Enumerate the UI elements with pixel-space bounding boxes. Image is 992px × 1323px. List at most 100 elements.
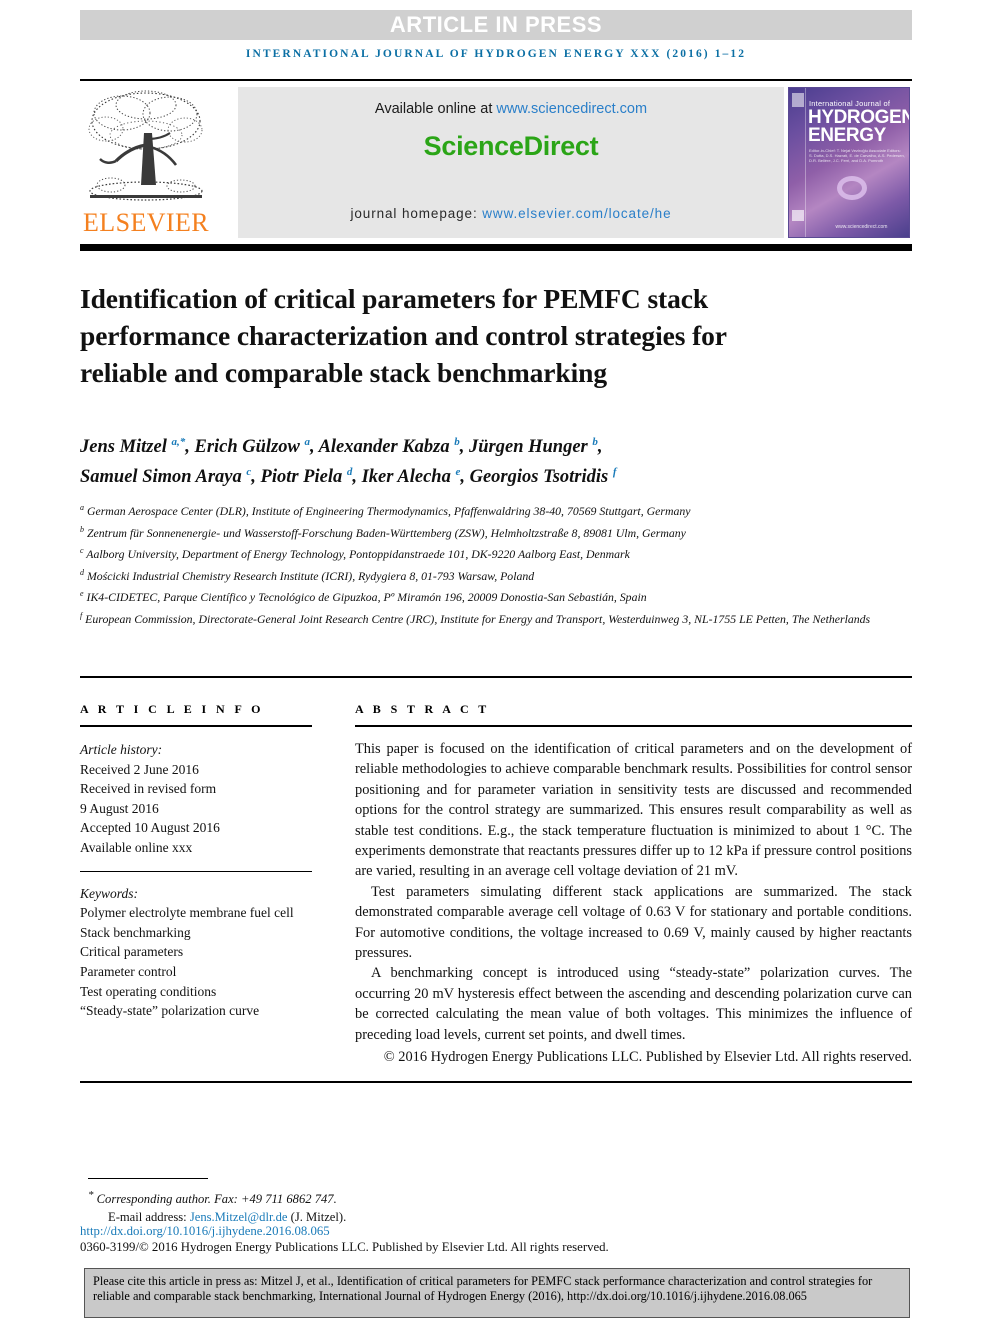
author-separator: ,: [310, 437, 319, 458]
info-section-top-rule: [80, 676, 912, 678]
affiliation-item: e IK4-CIDETEC, Parque Científico y Tecno…: [80, 585, 890, 607]
footnote-rule: [88, 1178, 208, 1179]
issn-copyright-line: 0360-3199/© 2016 Hydrogen Energy Publica…: [80, 1240, 609, 1254]
affiliation-item: b Zentrum für Sonnenenergie- und Wassers…: [80, 521, 890, 543]
cover-ring-graphic: [837, 176, 867, 200]
author-name: Jens Mitzel: [80, 437, 172, 458]
email-suffix: (J. Mitzel).: [287, 1210, 347, 1225]
article-history-item: Available online xxx: [80, 839, 193, 855]
keyword-item: Parameter control: [80, 963, 177, 979]
keyword-item: “Steady-state” polarization curve: [80, 1003, 260, 1019]
article-info-heading-rule: [80, 725, 312, 727]
author-name: Alexander Kabza: [318, 437, 455, 458]
article-history-item: 9 August 2016: [80, 800, 159, 816]
affiliation-item: d Mościcki Industrial Chemistry Research…: [80, 564, 890, 586]
abstract-paragraph: This paper is focused on the identificat…: [355, 741, 912, 880]
please-cite-text: Please cite this article in press as: Mi…: [93, 1274, 873, 1303]
author-separator: ,: [459, 437, 470, 458]
article-in-press-banner: ARTICLE IN PRESS: [80, 10, 912, 40]
sciencedirect-box: Available online at www.sciencedirect.co…: [238, 87, 784, 238]
journal-running-head: International Journal of Hydrogen Energy…: [245, 48, 747, 60]
article-first-page: ARTICLE IN PRESS International Journal o…: [0, 0, 992, 1323]
affiliation-item: c Aalborg University, Department of Ener…: [80, 542, 890, 564]
author-line-1: Jens Mitzel a,*, Erich Gülzow a, Alexand…: [80, 430, 880, 460]
author-affiliation-marker: a,*: [171, 436, 186, 448]
sciencedirect-url[interactable]: www.sciencedirect.com: [496, 101, 647, 117]
journal-homepage-line: journal homepage: www.elsevier.com/locat…: [350, 206, 671, 221]
page-title: Identification of critical parameters fo…: [80, 283, 727, 389]
affiliation-item: a German Aerospace Center (DLR), Institu…: [80, 499, 890, 521]
author-separator: ,: [352, 467, 362, 488]
footnote-block: * Corresponding author. Fax: +49 711 686…: [88, 1186, 908, 1226]
author-separator: ,: [460, 467, 470, 488]
article-history-label: Article history:: [80, 742, 163, 757]
cover-spine-line: [805, 88, 806, 237]
elsevier-tree-icon: [88, 90, 203, 201]
corresponding-author-text: Corresponding author. Fax: +49 711 6862 …: [96, 1192, 337, 1207]
affiliation-item: f European Commission, Directorate-Gener…: [80, 607, 890, 629]
elsevier-wordmark: ELSEVIER: [83, 208, 209, 237]
author-line-2: Samuel Simon Araya c, Piotr Piela d, Ike…: [80, 460, 880, 490]
author-name: Jürgen Hunger: [469, 437, 593, 458]
email-link[interactable]: Jens.Mitzel@dlr.de: [190, 1210, 288, 1224]
journal-cover-thumbnail: International Journal of HYDROGEN ENERGY…: [788, 87, 910, 238]
cover-editors-text: Editor-in-Chief: T. Nejat Veziroğlu Asso…: [809, 148, 905, 163]
abstract-paragraph: A benchmarking concept is introduced usi…: [355, 965, 912, 1043]
author-name: Iker Alecha: [361, 467, 456, 488]
affiliation-text: Aalborg University, Department of Energy…: [83, 546, 630, 561]
journal-homepage-url[interactable]: www.elsevier.com/locate/he: [482, 206, 671, 221]
banner-bottom-heavy-rule: [80, 244, 912, 251]
elsevier-logo: ELSEVIER: [82, 85, 210, 240]
keyword-item: Test operating conditions: [80, 983, 217, 999]
cover-title-energy: ENERGY: [808, 125, 886, 146]
sciencedirect-wordmark: ScienceDirect: [423, 131, 599, 161]
author-separator: ,: [597, 437, 603, 458]
info-section-bottom-rule: [80, 1081, 912, 1083]
cover-elsevier-mark-icon: [792, 93, 804, 107]
author-name: Erich Gülzow: [194, 437, 305, 458]
keyword-item: Polymer electrolyte membrane fuel cell: [80, 905, 294, 921]
abstract-column: A B S T R A C T This paper is focused on…: [355, 702, 912, 1068]
affiliation-text: Mościcki Industrial Chemistry Research I…: [84, 568, 535, 583]
please-cite-box: Please cite this article in press as: Mi…: [84, 1268, 910, 1318]
author-affiliation-marker: f: [612, 466, 617, 479]
cover-ihe-mark-icon: [792, 210, 804, 221]
asterisk-icon: *: [88, 1189, 94, 1201]
author-separator: ,: [251, 467, 261, 488]
cover-sciencedirect-mark: www.sciencedirect.com: [835, 224, 888, 230]
keywords-label: Keywords:: [80, 885, 138, 901]
keywords-block: Keywords: Polymer electrolyte membrane f…: [80, 884, 312, 1021]
doi-link[interactable]: http://dx.doi.org/10.1016/j.ijhydene.201…: [80, 1224, 910, 1239]
author-name: Piotr Piela: [260, 467, 347, 488]
article-in-press-label: ARTICLE IN PRESS: [389, 12, 603, 37]
keyword-item: Stack benchmarking: [80, 924, 191, 940]
affiliation-text: IK4-CIDETEC, Parque Científico y Tecnoló…: [83, 589, 647, 604]
abstract-heading-rule: [355, 725, 912, 727]
available-online-prefix: Available online at: [374, 101, 497, 117]
email-label: E-mail address:: [108, 1210, 190, 1225]
corresponding-author-note: * Corresponding author. Fax: +49 711 686…: [88, 1186, 908, 1208]
journal-homepage-label: journal homepage:: [350, 206, 483, 221]
article-history-block: Article history: Received 2 June 2016 Rec…: [80, 740, 312, 858]
available-online-line: Available online at www.sciencedirect.co…: [375, 101, 647, 117]
affiliation-text: Zentrum für Sonnenenergie- und Wassersto…: [84, 525, 686, 540]
article-history-item: Received in revised form: [80, 781, 217, 797]
keyword-item: Critical parameters: [80, 944, 184, 960]
author-list: Jens Mitzel a,*, Erich Gülzow a, Alexand…: [80, 430, 880, 490]
banner-top-rule: [80, 79, 912, 81]
author-name: Georgios Tsotridis: [469, 467, 613, 488]
affiliation-text: German Aerospace Center (DLR), Institute…: [84, 503, 691, 518]
article-info-column: A R T I C L E I N F O Article history: R…: [80, 702, 312, 1021]
abstract-heading: A B S T R A C T: [355, 702, 490, 716]
abstract-copyright: © 2016 Hydrogen Energy Publications LLC.…: [383, 1049, 912, 1066]
publisher-banner: ELSEVIER Available online at www.science…: [80, 85, 912, 240]
keywords-divider-rule: [80, 870, 312, 872]
abstract-body: This paper is focused on the identificat…: [355, 739, 912, 1068]
article-info-heading: A R T I C L E I N F O: [80, 702, 264, 716]
author-name: Samuel Simon Araya: [80, 467, 247, 488]
article-history-item: Accepted 10 August 2016: [80, 820, 220, 836]
affiliation-text: European Commission, Directorate-General…: [82, 611, 871, 626]
affiliation-list: a German Aerospace Center (DLR), Institu…: [80, 499, 890, 628]
abstract-paragraph: Test parameters simulating different sta…: [355, 883, 912, 962]
article-history-item: Received 2 June 2016: [80, 761, 199, 777]
